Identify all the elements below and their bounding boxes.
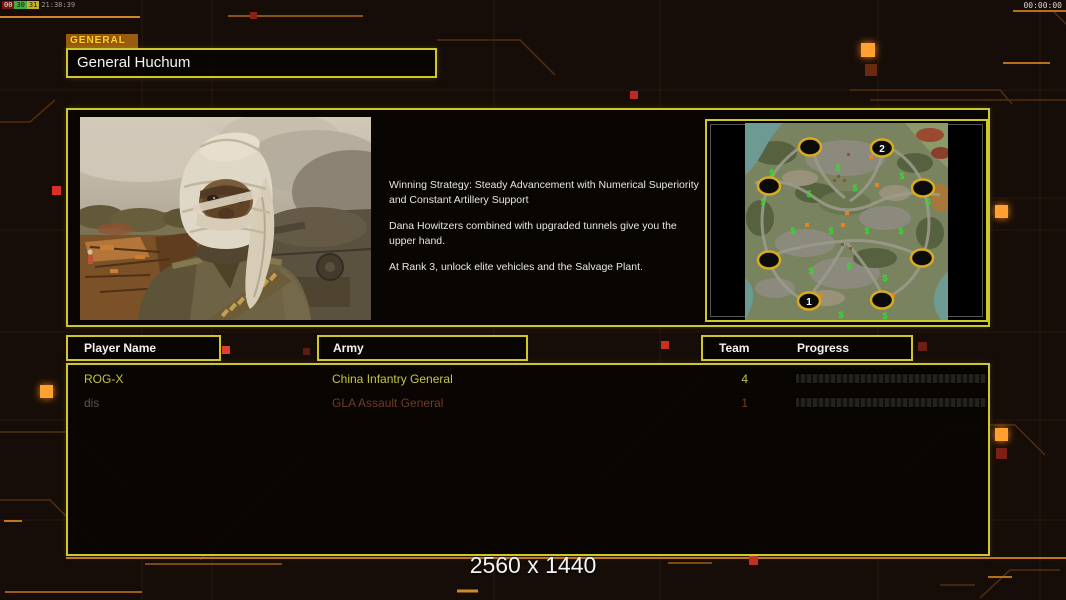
match-timer: 00:00:00 — [1023, 1, 1062, 10]
svg-text:$: $ — [835, 163, 840, 173]
team-cell: 4 — [741, 372, 748, 386]
strategy-paragraph: At Rank 3, unlock elite vehicles and the… — [389, 260, 643, 273]
clock: 21:38:39 — [41, 1, 76, 9]
player-name-cell: dis — [84, 396, 100, 410]
svg-text:$: $ — [760, 197, 765, 207]
army-cell: China Infantry General — [332, 372, 453, 386]
map-start-position — [797, 137, 823, 157]
svg-text:$: $ — [846, 261, 851, 271]
map-start-position — [869, 290, 895, 310]
resolution-watermark: 2560 x 1440 — [469, 552, 597, 578]
map-start-position — [756, 176, 782, 196]
map-start-position — [909, 248, 935, 268]
svg-text:$: $ — [864, 226, 869, 236]
svg-text:$: $ — [882, 311, 887, 320]
map-image: $$ $ $$$ $ $ $ $$ $ $$ $ $ 2 1 — [745, 123, 948, 320]
map-start-position — [756, 250, 782, 270]
general-portrait — [80, 117, 371, 320]
fps-counter: 00 — [2, 1, 15, 9]
header-label: Player Name — [84, 341, 157, 355]
army-cell: GLA Assault General — [332, 396, 444, 410]
stat-value: 30 — [14, 1, 27, 9]
general-name: General Huchum — [77, 54, 191, 71]
svg-text:$: $ — [898, 226, 903, 236]
strategy-paragraph: Dana Howitzers combined with upgraded tu… — [389, 219, 677, 247]
svg-text:$: $ — [899, 171, 904, 181]
progress-bar — [795, 397, 988, 408]
strategy-paragraph: Winning Strategy: Steady Advancement wit… — [389, 179, 699, 206]
player-row: dis GLA Assault General 1 — [68, 394, 988, 412]
map-start-label-1: 1 — [806, 297, 812, 308]
players-panel: ROG-X China Infantry General 4 dis GLA A… — [66, 363, 990, 556]
svg-text:$: $ — [882, 273, 887, 283]
map-start-position — [910, 178, 936, 198]
debug-status-bar: 00 30 31 21:38:39 — [2, 1, 77, 9]
svg-text:$: $ — [838, 310, 843, 320]
player-row: ROG-X China Infantry General 4 — [68, 370, 988, 388]
column-header-player-name: Player Name — [66, 335, 221, 361]
svg-text:$: $ — [925, 197, 930, 207]
map-preview-box: $ $ $ $ $ $ $ $ $ $ $ $ $ $ $ $ 2 1 — [705, 119, 988, 322]
progress-bar — [795, 373, 988, 384]
header-label-team: Team — [719, 341, 750, 355]
svg-text:$: $ — [828, 226, 833, 236]
general-tab-label: GENERAL — [66, 34, 138, 48]
header-label: Army — [333, 341, 364, 355]
briefing-panel: Winning Strategy: Steady Advancement wit… — [66, 108, 990, 327]
column-header-army: Army — [317, 335, 528, 361]
player-name-cell: ROG-X — [84, 372, 124, 386]
team-cell: 1 — [741, 396, 748, 410]
strategy-text: Winning Strategy: Steady Advancement wit… — [389, 178, 701, 286]
svg-text:$: $ — [806, 189, 811, 199]
column-header-team-progress: Team Progress — [701, 335, 913, 361]
header-label-progress: Progress — [797, 341, 850, 355]
map-start-label-2: 2 — [879, 144, 885, 155]
svg-text:$: $ — [808, 266, 813, 276]
stat-value: 31 — [26, 1, 40, 9]
svg-text:$: $ — [790, 226, 795, 236]
general-name-box: General Huchum — [66, 48, 437, 78]
svg-text:$: $ — [852, 183, 857, 193]
portrait-image — [80, 117, 371, 320]
